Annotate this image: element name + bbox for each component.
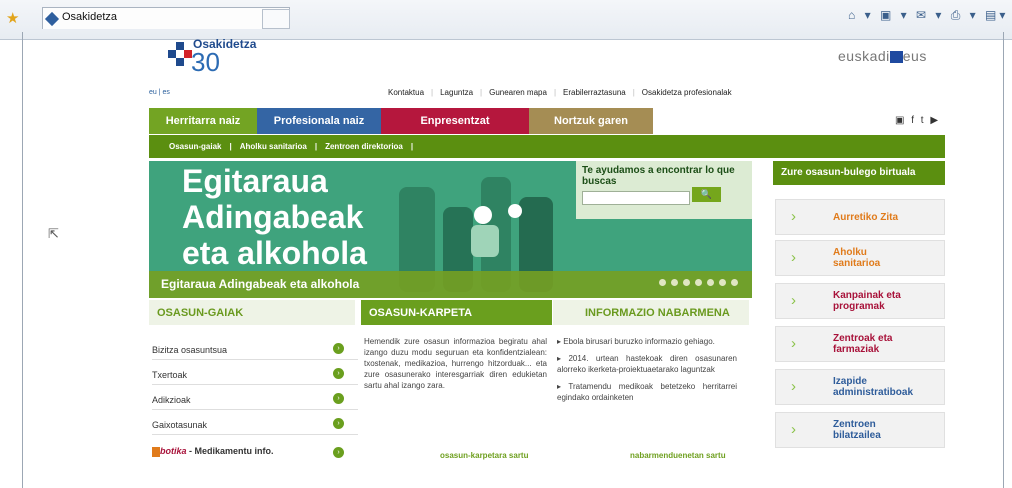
chevron-right-icon: ›	[791, 249, 796, 266]
botika-link[interactable]: botika - Medikamentu info. ›	[152, 443, 358, 464]
link-osakidetza-profesionalak[interactable]: Osakidetza profesionalak	[642, 88, 732, 97]
sidebar-title: Zure osasun-bulego birtuala	[773, 161, 945, 185]
euskadi-text: euskadi	[838, 48, 890, 64]
karpeta-more-link[interactable]: osasun-karpetara sartu	[440, 451, 528, 460]
info-more-link[interactable]: nabarmenduenetan sartu	[630, 451, 726, 460]
info-title: INFORMAZIO NABARMENA	[553, 300, 749, 325]
gaiak-item-label: Bizitza osasuntsua	[152, 345, 228, 355]
search-panel: Te ayudamos a encontrar lo que buscas 🔍	[576, 161, 752, 219]
info-list: ▸ Ebola birusari buruzko informazio gehi…	[557, 336, 737, 403]
sidebar-card-label: Aurretiko Zita	[833, 212, 899, 223]
tab-title[interactable]: Osakidetza	[62, 11, 117, 23]
new-tab-button[interactable]	[262, 9, 290, 29]
hero-line-1: Egitaraua	[182, 163, 328, 199]
search-input[interactable]	[582, 191, 690, 205]
nav-enpresentzat[interactable]: Enpresentzat	[381, 108, 529, 134]
search-title: Te ayudamos a encontrar lo que buscas	[582, 165, 735, 187]
sidebar-card-izapide[interactable]: › Izapide administratiboak	[775, 369, 945, 405]
chevron-right-icon: ›	[791, 208, 796, 225]
sidebar-card-label: Zentroak eta farmaziak	[833, 333, 893, 355]
browser-toolbar-icons[interactable]: ⌂ ▾ ▣ ▾ ✉ ▾ ⎙ ▾ ▤▾	[848, 8, 1008, 23]
euskadi-suffix: eus	[902, 48, 927, 64]
info-item[interactable]: ▸ Ebola birusari buruzko informazio gehi…	[557, 336, 737, 347]
sidebar-card-label: Aholku sanitarioa	[833, 247, 881, 269]
gaiak-item[interactable]: Bizitza osasuntsua ›	[152, 339, 358, 360]
main-nav: Herritarra naiz Profesionala naiz Enpres…	[149, 108, 945, 134]
info-item[interactable]: ▸ 2014. urtean hastekoak diren osasunare…	[557, 353, 737, 375]
gaiak-item-label: Gaixotasunak	[152, 420, 208, 430]
osakidetza-logo-icon[interactable]	[166, 42, 194, 66]
sub-nav: Osasun-gaiak | Aholku sanitarioa | Zentroe…	[149, 135, 945, 158]
chevron-right-icon: ›	[791, 378, 796, 395]
gaiak-item[interactable]: Adikzioak ›	[152, 389, 358, 410]
arrow-right-icon: ›	[333, 368, 344, 379]
top-links: Kontaktua | Laguntza | Gunearen mapa | Erab…	[388, 88, 732, 97]
botika-prefix: botika	[160, 446, 187, 456]
sidebar-card-label: Kanpainak eta programak	[833, 290, 901, 312]
sidebar-card-label: Zentroen bilatzailea	[833, 419, 881, 441]
subnav-osasun-gaiak[interactable]: Osasun-gaiak	[169, 142, 221, 151]
hero-line-3: eta alkohola	[182, 235, 367, 271]
link-erabilerraztasuna[interactable]: Erabilerraztasuna	[563, 88, 626, 97]
chevron-right-icon: ›	[791, 421, 796, 438]
karpeta-title: OSASUN-KARPETA	[361, 300, 552, 325]
hero-pagination[interactable]	[659, 279, 738, 286]
chevron-right-icon: ›	[791, 292, 796, 309]
hero-line-2: Adingabeak	[182, 199, 364, 235]
sidebar-card-kanpainak[interactable]: › Kanpainak eta programak	[775, 283, 945, 319]
info-item[interactable]: ▸ Tratamendu medikoak betetzeko herritar…	[557, 381, 737, 403]
favorites-star-icon[interactable]: ★	[6, 9, 19, 27]
sidebar-card-aurretiko-zita[interactable]: › Aurretiko Zita	[775, 199, 945, 235]
language-switcher[interactable]: eu | es	[149, 89, 170, 96]
nav-profesionala[interactable]: Profesionala naiz	[257, 108, 381, 134]
social-icons[interactable]: ▣ f t ▶	[895, 115, 940, 126]
nav-nortzuk-garen[interactable]: Nortzuk garen	[529, 108, 653, 134]
nav-herritarra[interactable]: Herritarra naiz	[149, 108, 257, 134]
mouse-cursor-icon: ⇱	[48, 226, 59, 241]
gaiak-item[interactable]: Gaixotasunak ›	[152, 414, 358, 435]
link-gunearen-mapa[interactable]: Gunearen mapa	[489, 88, 547, 97]
botika-icon	[152, 446, 160, 457]
logo-anniversary-number: 30	[191, 47, 220, 77]
search-button[interactable]: 🔍	[692, 187, 721, 202]
sidebar-card-zentroen-bilatzailea[interactable]: › Zentroen bilatzailea	[775, 412, 945, 448]
karpeta-text: Hemendik zure osasun informazioa begirat…	[364, 337, 547, 390]
gaiak-title: OSASUN-GAIAK	[149, 300, 355, 325]
gaiak-item[interactable]: Txertoak ›	[152, 364, 358, 385]
arrow-right-icon: ›	[333, 393, 344, 404]
arrow-right-icon: ›	[333, 343, 344, 354]
gaiak-item-label: Adikzioak	[152, 395, 191, 405]
euskadi-flag-icon	[889, 51, 903, 64]
sidebar-card-label: Izapide administratiboak	[833, 376, 914, 398]
link-laguntza[interactable]: Laguntza	[440, 88, 473, 97]
subnav-aholku-sanitarioa[interactable]: Aholku sanitarioa	[240, 142, 307, 151]
euskadi-logo[interactable]: euskadi eus	[838, 48, 927, 64]
botika-suffix: - Medikamentu info.	[186, 446, 274, 456]
gaiak-item-label: Txertoak	[152, 370, 188, 380]
sidebar-card-aholku[interactable]: › Aholku sanitarioa	[775, 240, 945, 276]
arrow-right-icon: ›	[333, 418, 344, 429]
arrow-right-icon: ›	[333, 447, 344, 458]
chevron-right-icon: ›	[791, 335, 796, 352]
link-kontaktua[interactable]: Kontaktua	[388, 88, 424, 97]
sidebar-card-zentroak[interactable]: › Zentroak eta farmaziak	[775, 326, 945, 362]
subnav-zentroen-direktorioa[interactable]: Zentroen direktorioa	[325, 142, 403, 151]
